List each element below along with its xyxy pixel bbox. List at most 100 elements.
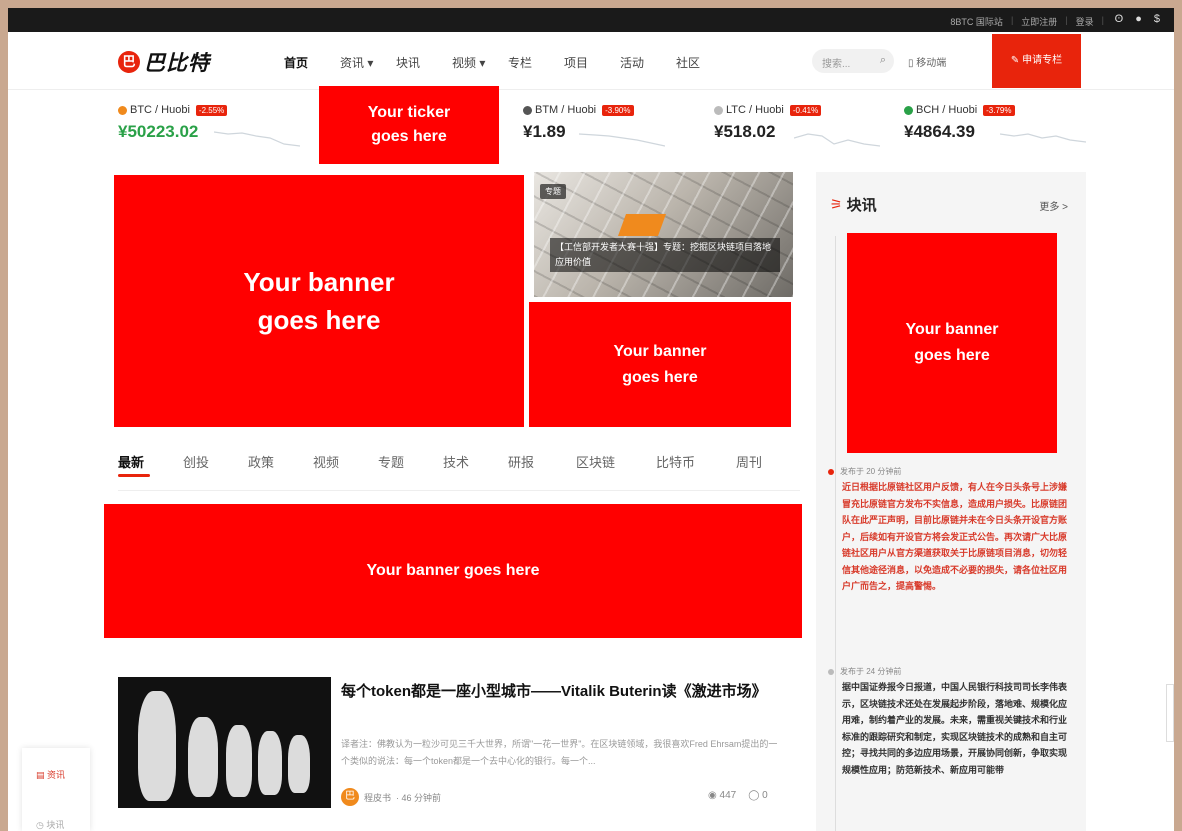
nav-item-event[interactable]: 活动 [620, 54, 676, 71]
news-time-text: 发布于 20 分钟前 [840, 467, 902, 476]
author-avatar[interactable]: 巴 [341, 788, 359, 806]
author-name[interactable]: 程皮书 [364, 791, 391, 804]
nav-menu: 首页 资讯 ▾ 块讯 视频 ▾ 专栏 项目 活动 社区 [284, 54, 732, 71]
tab-blockchain[interactable]: 区块链 [576, 452, 656, 471]
astronaut-figure [258, 731, 282, 795]
apply-column-button[interactable]: ✎ 申请专栏 [992, 34, 1081, 88]
news-time: 发布于 20 分钟前 [828, 466, 1073, 477]
register-now-link[interactable]: 立即注册 [1021, 15, 1057, 28]
ticker-bch[interactable]: BCH / Huobi -3.79% ¥4864.39 [904, 104, 1086, 156]
ticker-ad-placeholder[interactable]: Your ticker goes here [319, 86, 499, 164]
nav-item-column[interactable]: 专栏 [508, 54, 564, 71]
flash-news-item[interactable]: 发布于 24 分钟前 据中国证券报今日报道，中国人民银行科技司司长李伟表示，区块… [828, 666, 1073, 778]
tab-tech[interactable]: 技术 [443, 452, 508, 471]
main-banner-ad[interactable]: Your banner goes here [114, 175, 524, 427]
tab-venture[interactable]: 创投 [183, 452, 248, 471]
news-body: 据中国证券报今日报道，中国人民银行科技司司长李伟表示，区块链技术还处在发展起步阶… [842, 682, 1068, 775]
floating-item-news[interactable]: ▤ 资讯 [36, 768, 65, 781]
floating-item-flash[interactable]: ◷ 块讯 [36, 818, 64, 831]
orange-key [617, 214, 667, 236]
nav-item-community[interactable]: 社区 [676, 54, 732, 71]
sidebar-banner-ad[interactable]: Your banner goes here [847, 233, 1057, 453]
page: 8BTC 国际站 | 立即注册 | 登录 | ʘ ● $ 巴 巴比特 首页 资讯… [8, 8, 1174, 831]
ticker-ltc[interactable]: LTC / Huobi -0.41% ¥518.02 [714, 104, 894, 156]
ticker-change-badge: -3.79% [983, 104, 1015, 116]
ticker-pair-label: LTC / Huobi [726, 104, 784, 116]
separator: | [1065, 15, 1068, 25]
tab-research[interactable]: 研报 [508, 452, 576, 471]
btc-coin-icon [118, 105, 127, 115]
search-icon[interactable]: ⌕ [880, 54, 886, 67]
ticker-pair: LTC / Huobi -0.41% [714, 104, 894, 116]
search-placeholder: 搜索... [822, 59, 851, 70]
comments-count[interactable]: ◯ 0 [748, 790, 768, 801]
logo-text: 巴比特 [144, 52, 210, 75]
sidebar-more-link[interactable]: 更多 > [1039, 198, 1068, 213]
ticker-btc[interactable]: BTC / Huobi -2.55% ¥50223.02 [118, 104, 300, 156]
active-tab-indicator [118, 474, 150, 477]
tabs-divider [118, 490, 800, 491]
nav-item-project[interactable]: 项目 [564, 54, 620, 71]
feature-card[interactable]: 专题 【工信部开发者大赛十强】专题：挖掘区块链项目落地应用价值 [534, 172, 793, 297]
wechat-icon[interactable]: ● [1135, 13, 1142, 25]
ticker-sparkline [579, 133, 665, 147]
ticker-pair: BTC / Huobi -2.55% [118, 104, 298, 116]
tab-bitcoin[interactable]: 比特币 [656, 452, 736, 471]
article-thumbnail[interactable] [118, 677, 331, 808]
article-author: 巴 程皮书 · 46 分钟前 [341, 788, 441, 806]
ltc-coin-icon [714, 105, 723, 115]
views-count: ◉ 447 [708, 790, 737, 801]
news-time-text: 发布于 24 分钟前 [840, 667, 902, 676]
nav-item-flash[interactable]: 块讯 [396, 54, 452, 71]
wide-banner-ad[interactable]: Your banner goes here [104, 504, 802, 638]
small-banner-ad[interactable]: Your banner goes here [529, 302, 791, 427]
timeline-dot-icon [828, 668, 834, 675]
timeline-dot-icon [828, 468, 834, 475]
flash-news-item[interactable]: 发布于 20 分钟前 近日根据比原链社区用户反馈，有人在今日头条号上涉嫌冒充比原… [828, 466, 1073, 595]
tab-latest[interactable]: 最新 [118, 452, 183, 471]
nav-item-news[interactable]: 资讯 ▾ [340, 54, 396, 71]
mobile-link[interactable]: ▯ 移动端 [908, 54, 946, 69]
article-title[interactable]: 每个token都是一座小型城市——Vitalik Buterin读《激进市场》 [341, 680, 781, 703]
search-input[interactable]: 搜索... ⌕ [812, 49, 894, 73]
coin-icon[interactable]: $ [1154, 13, 1160, 25]
news-time: 发布于 24 分钟前 [828, 666, 1073, 677]
tab-policy[interactable]: 政策 [248, 452, 313, 471]
ticker-btm[interactable]: BTM / Huobi -3.90% ¥1.89 [523, 104, 703, 156]
tab-video[interactable]: 视频 [313, 452, 378, 471]
ticker-pair-label: BCH / Huobi [916, 104, 978, 116]
category-tabs: 最新 创投 政策 视频 专题 技术 研报 区块链 比特币 周刊 [118, 452, 786, 471]
logo[interactable]: 巴 巴比特 [118, 47, 210, 77]
ticker-change-badge: -0.41% [789, 104, 822, 116]
ticker-sparkline [794, 133, 880, 147]
top-links: 8BTC 国际站 | 立即注册 | 登录 | [950, 15, 1104, 28]
ticker-pair-label: BTC / Huobi [130, 104, 190, 116]
tab-weekly[interactable]: 周刊 [736, 452, 786, 471]
sidebar-title-text: 块讯 [846, 197, 877, 214]
feature-tag: 专题 [540, 184, 566, 199]
tab-topic[interactable]: 专题 [378, 452, 443, 471]
nav-item-home[interactable]: 首页 [284, 54, 340, 71]
login-link[interactable]: 登录 [1076, 15, 1094, 28]
logo-mark-icon: 巴 [118, 51, 140, 73]
separator: | [1101, 15, 1104, 25]
floating-nav: ▤ 资讯 ◷ 块讯 [22, 748, 90, 831]
ticker-change-badge: -2.55% [195, 104, 228, 116]
astronaut-figure [288, 735, 310, 793]
bch-coin-icon [904, 105, 913, 115]
keyboard-image [534, 172, 793, 297]
article-summary: 译者注：佛教认为一粒沙可见三千大世界，所谓"一花一世界"。在区块链领域，我很喜欢… [341, 739, 778, 766]
ticker-pair: BCH / Huobi -3.79% [904, 104, 1084, 116]
social-icons: ʘ ● $ [1115, 13, 1160, 25]
right-edge-tab[interactable] [1166, 684, 1174, 742]
intl-site-link[interactable]: 8BTC 国际站 [950, 15, 1003, 28]
article-time: · 46 分钟前 [396, 792, 442, 803]
weibo-icon[interactable]: ʘ [1115, 13, 1124, 25]
feature-caption: 【工信部开发者大赛十强】专题：挖掘区块链项目落地应用价值 [550, 238, 780, 272]
nav-item-video[interactable]: 视频 ▾ [452, 54, 508, 71]
astronaut-figure [188, 717, 218, 797]
ticker-sparkline [1000, 133, 1086, 143]
news-body: 近日根据比原链社区用户反馈，有人在今日头条号上涉嫌冒充比原链官方发布不实信息，造… [842, 482, 1068, 591]
astronaut-figure [226, 725, 252, 797]
ticker-change-badge: -3.90% [602, 104, 634, 116]
